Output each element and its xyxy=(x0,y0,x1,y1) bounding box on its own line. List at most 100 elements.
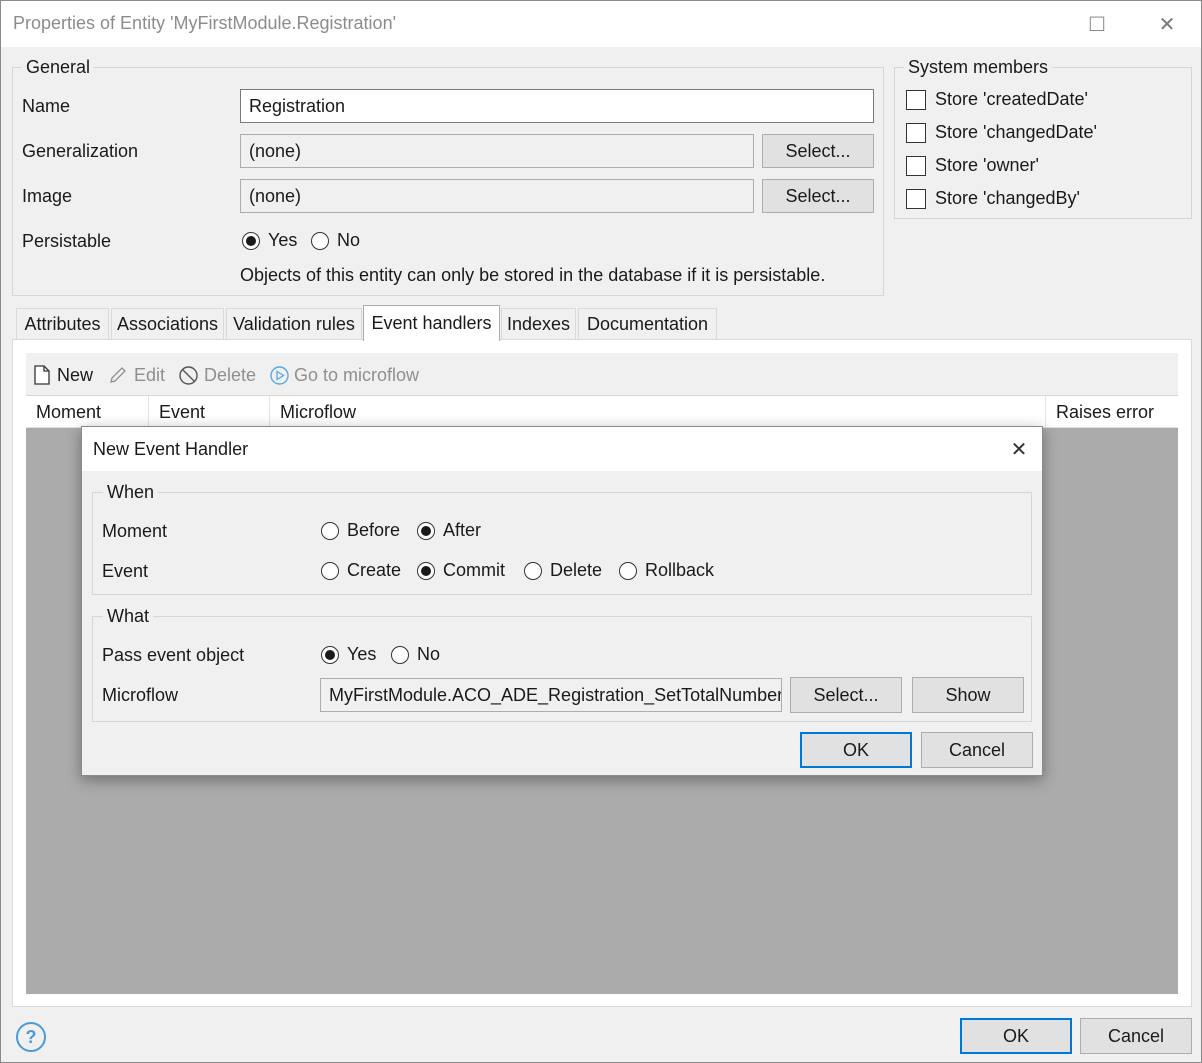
store-changeddate-label: Store 'changedDate' xyxy=(935,122,1097,142)
new-button-label: New xyxy=(57,364,94,385)
checkbox-icon xyxy=(906,155,926,176)
general-group-title: General xyxy=(22,57,95,78)
window-title: Properties of Entity 'MyFirstModule.Regi… xyxy=(13,13,397,33)
radio-unchecked-icon xyxy=(321,561,339,580)
event-create-label: Create xyxy=(347,560,402,580)
persistable-yes-label: Yes xyxy=(268,230,298,250)
store-changeddate-checkbox[interactable]: Store 'changedDate' xyxy=(906,122,1097,143)
new-event-handler-dialog: New Event Handler ✕ When Moment Before A… xyxy=(81,426,1043,776)
close-button[interactable]: ✕ xyxy=(1139,1,1195,47)
cancel-button[interactable]: Cancel xyxy=(1080,1018,1192,1054)
generalization-field: (none) xyxy=(240,134,754,168)
go-to-microflow-label: Go to microflow xyxy=(294,364,420,385)
dialog-ok-button[interactable]: OK xyxy=(800,732,912,768)
event-create-radio[interactable]: Create xyxy=(321,560,401,581)
pass-event-yes-radio[interactable]: Yes xyxy=(321,644,376,665)
tab-documentation[interactable]: Documentation xyxy=(578,308,717,340)
moment-after-radio[interactable]: After xyxy=(417,520,481,541)
radio-unchecked-icon xyxy=(619,561,637,580)
edit-button-label: Edit xyxy=(134,364,166,385)
tab-event-handlers[interactable]: Event handlers xyxy=(363,305,500,341)
image-label: Image xyxy=(22,186,73,206)
checkbox-icon xyxy=(906,122,926,143)
persistable-no-label: No xyxy=(337,230,361,250)
moment-before-radio[interactable]: Before xyxy=(321,520,400,541)
tab-attributes[interactable]: Attributes xyxy=(16,308,109,340)
image-select-button[interactable]: Select... xyxy=(762,179,874,213)
event-delete-label: Delete xyxy=(550,560,603,580)
persistable-label: Persistable xyxy=(22,231,112,251)
play-circle-icon xyxy=(270,365,289,385)
microflow-value: MyFirstModule.ACO_ADE_Registration_SetTo… xyxy=(329,684,782,705)
column-event[interactable]: Event xyxy=(149,396,270,429)
pass-event-no-radio[interactable]: No xyxy=(391,644,440,665)
name-label: Name xyxy=(22,96,71,116)
column-moment[interactable]: Moment xyxy=(26,396,149,429)
ok-button[interactable]: OK xyxy=(960,1018,1072,1054)
tab-validation-rules[interactable]: Validation rules xyxy=(226,308,362,340)
store-createddate-label: Store 'createdDate' xyxy=(935,89,1088,109)
delete-button[interactable]: Delete xyxy=(178,361,256,389)
properties-window: Properties of Entity 'MyFirstModule.Regi… xyxy=(0,0,1202,1063)
help-icon: ? xyxy=(25,1026,37,1047)
store-owner-label: Store 'owner' xyxy=(935,155,1039,175)
event-delete-radio[interactable]: Delete xyxy=(524,560,602,581)
event-rollback-radio[interactable]: Rollback xyxy=(619,560,714,581)
pass-event-object-label: Pass event object xyxy=(102,645,245,665)
moment-before-label: Before xyxy=(347,520,401,540)
event-commit-radio[interactable]: Commit xyxy=(417,560,505,581)
radio-checked-icon xyxy=(242,231,260,250)
radio-unchecked-icon xyxy=(311,231,329,250)
persistable-yes-radio[interactable]: Yes xyxy=(242,230,297,251)
image-value: (none) xyxy=(249,185,302,206)
prohibited-icon xyxy=(179,365,198,385)
maximize-button[interactable]: □ xyxy=(1069,1,1125,47)
event-rollback-label: Rollback xyxy=(645,560,715,580)
store-createddate-checkbox[interactable]: Store 'createdDate' xyxy=(906,89,1088,110)
dialog-close-button[interactable]: ✕ xyxy=(996,427,1042,471)
radio-unchecked-icon xyxy=(321,521,339,540)
when-group-title: When xyxy=(103,482,159,503)
pass-event-yes-label: Yes xyxy=(347,644,377,664)
store-changedby-checkbox[interactable]: Store 'changedBy' xyxy=(906,188,1080,209)
system-members-title: System members xyxy=(904,57,1053,78)
radio-unchecked-icon xyxy=(524,561,542,580)
persistable-no-radio[interactable]: No xyxy=(311,230,360,251)
new-document-icon xyxy=(34,365,50,385)
event-commit-label: Commit xyxy=(443,560,505,580)
go-to-microflow-button[interactable]: Go to microflow xyxy=(269,361,419,389)
persistable-note: Objects of this entity can only be store… xyxy=(240,265,826,285)
new-button[interactable]: New xyxy=(34,361,93,389)
column-raises-error[interactable]: Raises error xyxy=(1046,396,1178,429)
pass-event-no-label: No xyxy=(417,644,441,664)
store-owner-checkbox[interactable]: Store 'owner' xyxy=(906,155,1039,176)
microflow-select-button[interactable]: Select... xyxy=(790,677,902,713)
dialog-cancel-button[interactable]: Cancel xyxy=(921,732,1033,768)
generalization-select-button[interactable]: Select... xyxy=(762,134,874,168)
microflow-show-button[interactable]: Show xyxy=(912,677,1024,713)
edit-button[interactable]: Edit xyxy=(108,361,165,389)
help-button[interactable]: ? xyxy=(16,1022,46,1052)
checkbox-icon xyxy=(906,89,926,110)
column-microflow[interactable]: Microflow xyxy=(270,396,1046,429)
dialog-title-bar: New Event Handler ✕ xyxy=(82,427,1042,471)
title-bar: Properties of Entity 'MyFirstModule.Regi… xyxy=(1,1,1201,47)
radio-checked-icon xyxy=(321,645,339,664)
tab-associations[interactable]: Associations xyxy=(111,308,224,340)
tab-indexes[interactable]: Indexes xyxy=(501,308,576,340)
name-input[interactable]: Registration xyxy=(240,89,874,123)
radio-unchecked-icon xyxy=(391,645,409,664)
radio-checked-icon xyxy=(417,561,435,580)
microflow-label: Microflow xyxy=(102,685,179,705)
close-icon: ✕ xyxy=(1010,438,1028,461)
radio-checked-icon xyxy=(417,521,435,540)
what-group-title: What xyxy=(103,606,154,627)
image-field: (none) xyxy=(240,179,754,213)
dialog-title: New Event Handler xyxy=(93,439,249,459)
name-input-value: Registration xyxy=(249,95,346,116)
pencil-icon xyxy=(110,367,126,383)
maximize-icon: □ xyxy=(1089,10,1105,37)
moment-label: Moment xyxy=(102,521,168,541)
event-label: Event xyxy=(102,561,149,581)
event-handlers-grid-header: Moment Event Microflow Raises error xyxy=(26,395,1178,429)
